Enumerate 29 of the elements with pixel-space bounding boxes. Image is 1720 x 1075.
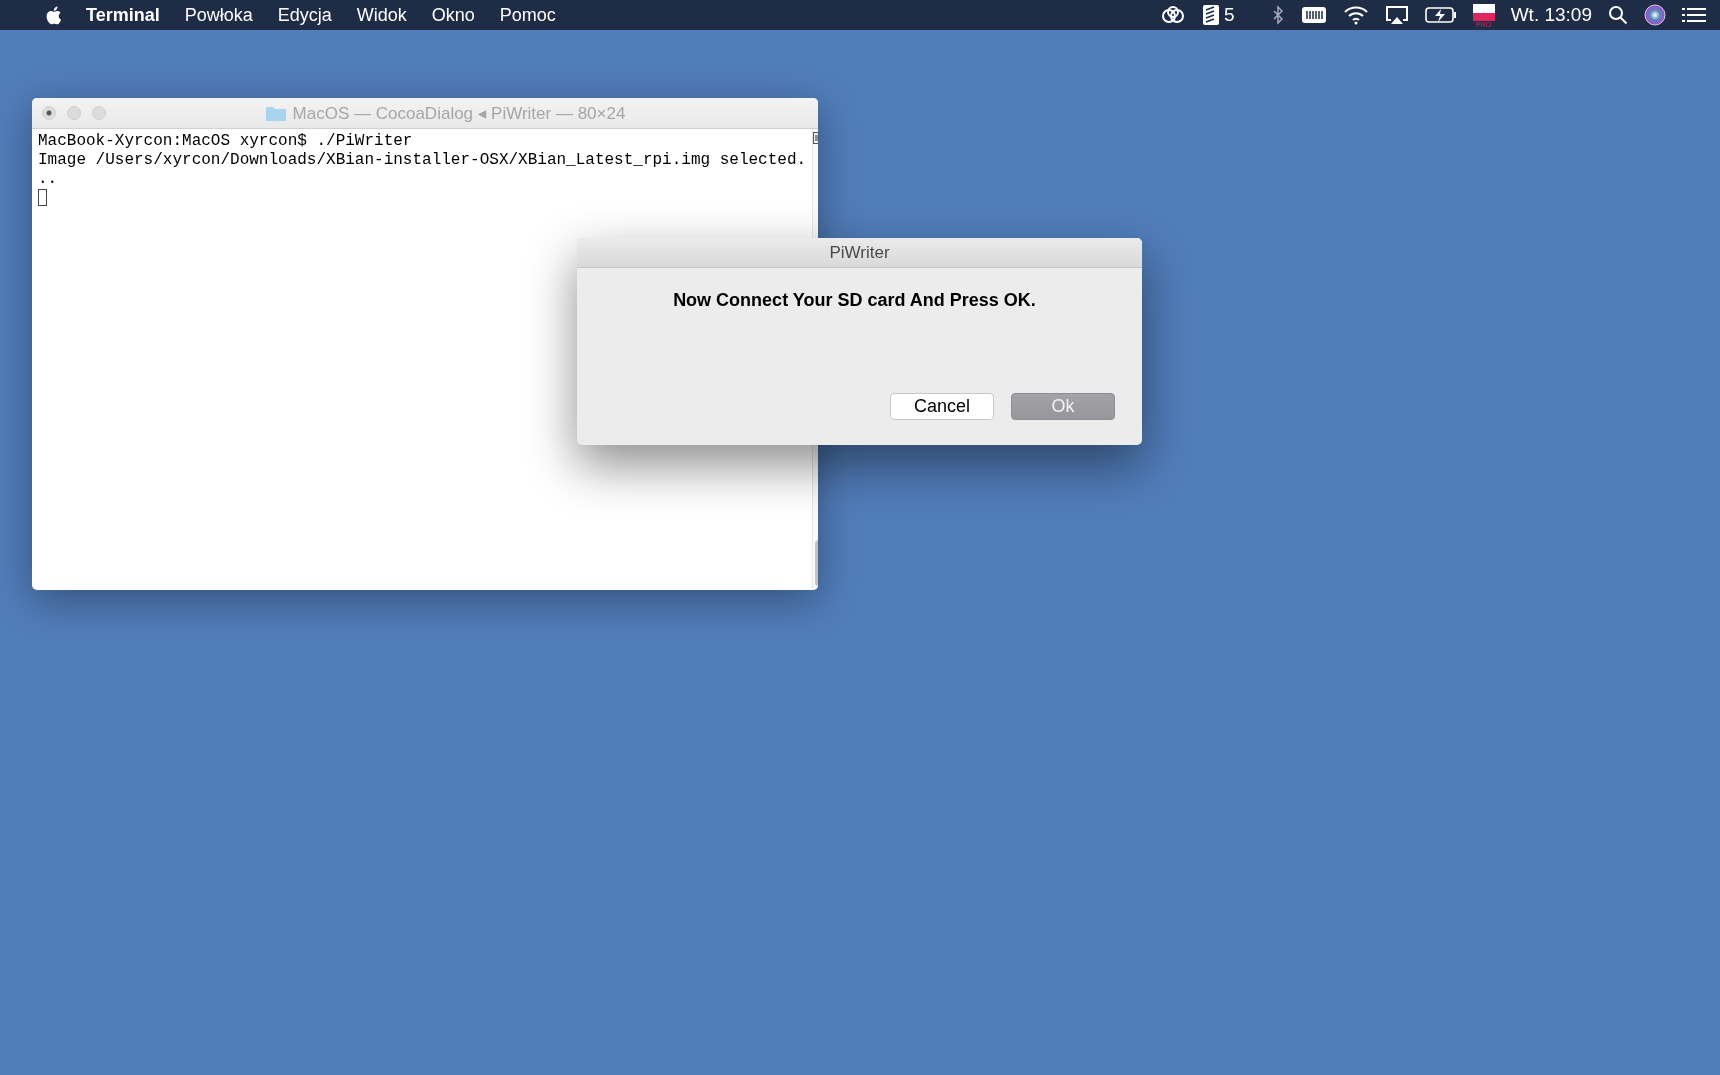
memory-icon[interactable] xyxy=(1300,6,1327,24)
menu-item[interactable]: Pomoc xyxy=(499,4,556,26)
menu-item[interactable]: Widok xyxy=(356,4,407,26)
search-icon[interactable] xyxy=(1608,5,1628,25)
menu-item[interactable]: Okno xyxy=(431,4,475,26)
wifi-icon[interactable] xyxy=(1342,5,1369,25)
task-count: 5 xyxy=(1224,4,1235,26)
terminal-line: Image /Users/xyrcon/Downloads/XBian-installer-OSX/XBian_Latest_rpi.img selected. xyxy=(38,151,807,170)
bluetooth-icon[interactable] xyxy=(1270,5,1285,25)
menu-item[interactable]: Powłoka xyxy=(184,4,253,26)
apple-logo-icon[interactable] xyxy=(44,4,62,26)
battery-charging-icon[interactable] xyxy=(1424,6,1457,24)
app-menu[interactable]: Terminal xyxy=(86,4,160,26)
window-title: MacOS — CocoaDialog ◂ PiWriter — 80×24 xyxy=(292,102,626,124)
orb-icon[interactable] xyxy=(1644,4,1666,26)
cloud-rings-icon[interactable] xyxy=(1160,6,1187,24)
menu-item[interactable]: Edycja xyxy=(277,4,332,26)
dialog-message: Now Connect Your SD card And Press OK. xyxy=(672,290,1037,311)
list-icon[interactable] xyxy=(1682,6,1706,24)
clock[interactable]: Wt. 13:09 xyxy=(1510,4,1592,26)
airplay-icon[interactable] xyxy=(1384,5,1409,25)
cancel-button[interactable]: Cancel xyxy=(890,393,994,420)
dialog-title: PiWriter xyxy=(577,238,1142,268)
terminal-line: MacBook-Xyrcon:MacOS xyrcon$ ./PiWriter xyxy=(38,132,414,151)
terminal-line: .. xyxy=(38,170,59,189)
checklist-icon[interactable] xyxy=(1202,4,1221,26)
close-button[interactable] xyxy=(42,106,56,120)
text-cursor xyxy=(38,189,47,206)
folder-icon xyxy=(264,104,287,122)
